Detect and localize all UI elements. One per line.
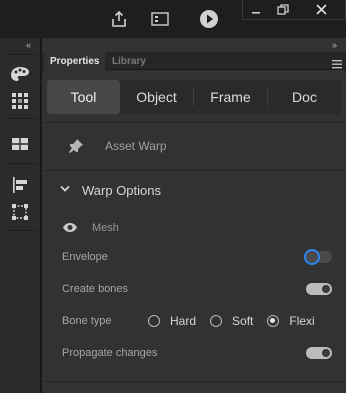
section-divider [42, 170, 346, 171]
radio-dot [267, 315, 280, 327]
swatches-grid-icon[interactable] [8, 90, 32, 112]
bone-type-row: Bone type Hard Soft Flexi [62, 311, 346, 331]
eye-icon[interactable] [62, 222, 78, 234]
chevron-down-icon [60, 185, 70, 195]
radio-dot [210, 315, 223, 327]
library-grid-icon[interactable] [8, 133, 32, 155]
propagate-changes-row: Propagate changes [62, 343, 332, 363]
properties-mode-switch: Tool Object Frame Doc [47, 80, 341, 114]
segment-doc[interactable]: Doc [268, 80, 341, 114]
create-bones-label: Create bones [62, 283, 129, 295]
envelope-toggle[interactable] [304, 249, 332, 265]
panel-tab-bar: Properties Library [42, 52, 346, 70]
bone-type-radio-group: Hard Soft Flexi [148, 314, 315, 328]
pin-icon [68, 138, 84, 154]
propagate-changes-label: Propagate changes [62, 347, 158, 359]
radio-label: Hard [170, 314, 197, 328]
toolbar-divider [4, 163, 37, 164]
create-bones-toggle[interactable] [306, 283, 332, 295]
mesh-row[interactable]: Mesh [62, 218, 332, 238]
transform-icon[interactable] [8, 201, 32, 223]
radio-label: Soft [232, 314, 254, 328]
envelope-row: Envelope [62, 247, 332, 267]
align-icon[interactable] [8, 174, 32, 196]
palette-icon[interactable] [8, 63, 32, 85]
propagate-changes-toggle[interactable] [306, 347, 332, 359]
tool-name: Asset Warp [105, 139, 167, 153]
radio-flexi[interactable]: Flexi [267, 314, 315, 328]
tab-library[interactable]: Library [106, 52, 152, 70]
collapse-left-icon[interactable]: « [26, 40, 31, 50]
radio-hard[interactable]: Hard [148, 314, 196, 328]
segment-object[interactable]: Object [120, 80, 193, 114]
mesh-label: Mesh [92, 222, 119, 234]
toolbar-divider [4, 230, 37, 231]
top-bar [0, 0, 346, 38]
close-icon[interactable] [297, 0, 345, 19]
envelope-label: Envelope [62, 251, 108, 263]
properties-panel: » Properties Library Tool Object Frame D… [42, 38, 346, 393]
radio-dot [148, 315, 160, 327]
section-divider [42, 381, 346, 382]
minimize-icon[interactable] [243, 0, 269, 19]
section-title: Warp Options [82, 182, 161, 198]
window-controls [242, 0, 346, 20]
share-icon[interactable] [108, 8, 130, 30]
bone-type-label: Bone type [62, 315, 112, 327]
current-tool-row: Asset Warp [42, 128, 346, 164]
panel-menu-icon[interactable] [332, 56, 342, 69]
play-icon[interactable] [198, 8, 220, 30]
segment-frame[interactable]: Frame [194, 80, 267, 114]
radio-label: Flexi [289, 314, 315, 328]
collapse-right-icon[interactable]: » [332, 40, 337, 50]
create-bones-row: Create bones [62, 279, 332, 299]
radio-soft[interactable]: Soft [210, 314, 253, 328]
test-movie-icon[interactable] [149, 8, 171, 30]
section-divider [42, 122, 346, 123]
warp-options-header[interactable]: Warp Options [60, 181, 161, 199]
toolbar-divider [4, 118, 37, 119]
segment-tool[interactable]: Tool [47, 80, 120, 114]
toolbar-divider [4, 54, 37, 55]
left-toolbar: « [0, 38, 41, 393]
tab-properties[interactable]: Properties [44, 52, 106, 70]
restore-icon[interactable] [269, 0, 297, 19]
